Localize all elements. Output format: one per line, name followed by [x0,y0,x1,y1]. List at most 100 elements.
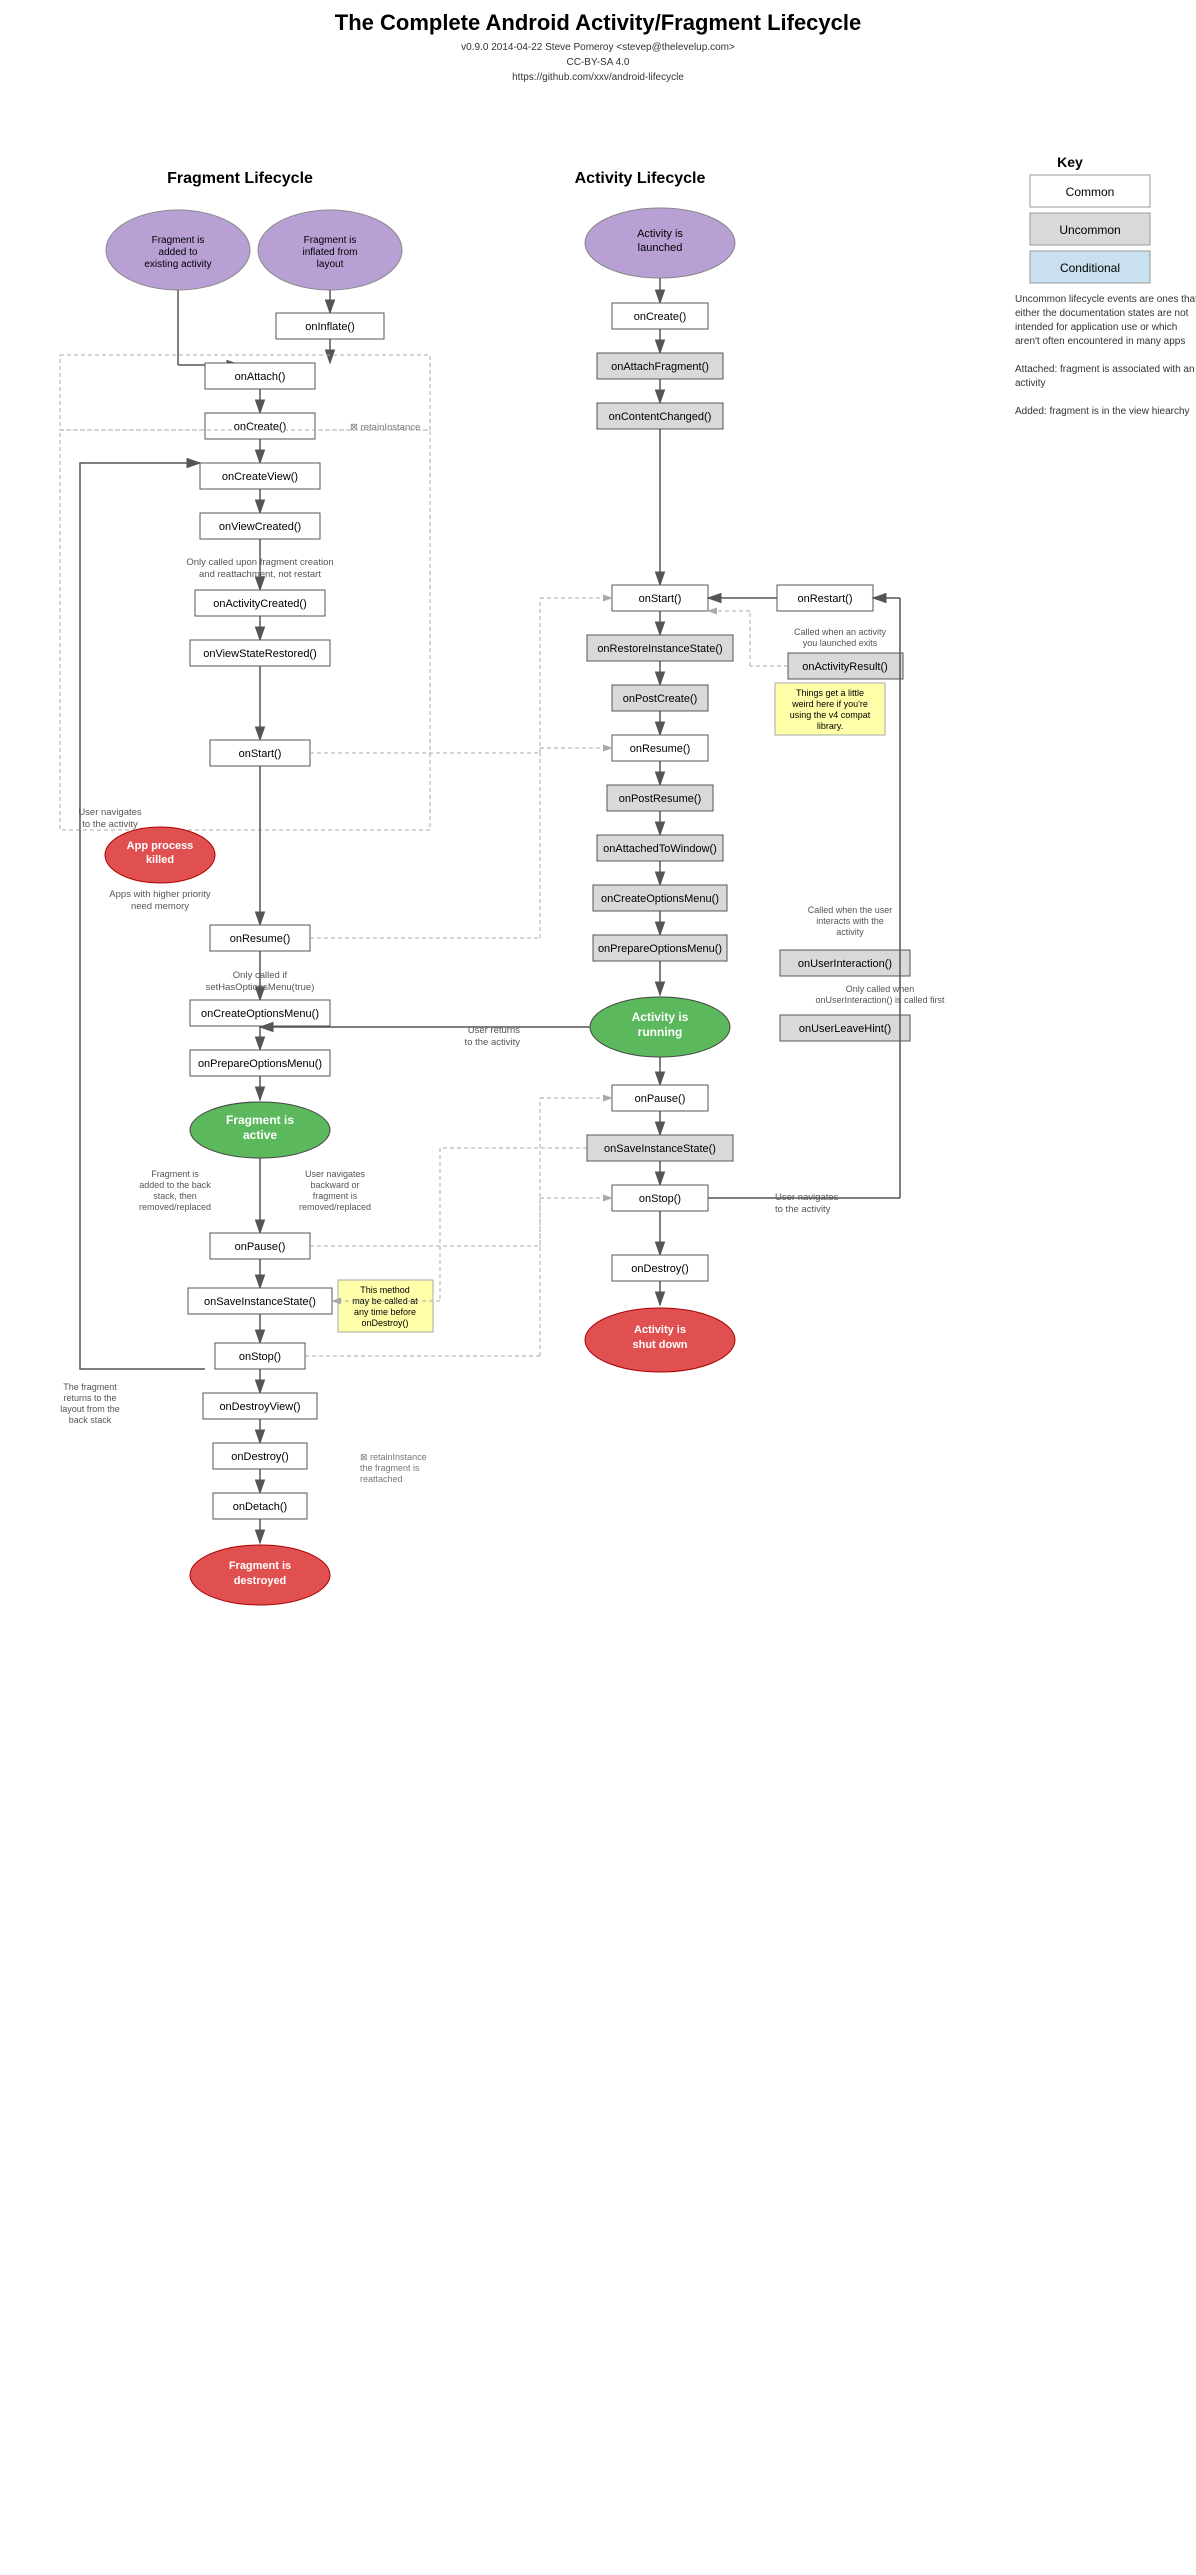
note-activityResult1: Called when an activity [794,627,887,637]
fragment-lifecycle-title: Fragment Lifecycle [167,170,313,187]
svg-text:layout: layout [317,259,344,270]
onPrepareOptionsMenu-act-text: onPrepareOptionsMenu() [598,943,722,955]
fragment-destroyed-text1: Fragment is [229,1560,291,1572]
activity-shutdown-text1: Activity is [634,1324,686,1336]
note-user-backward4: removed/replaced [299,1202,371,1212]
onStop-act-text: onStop() [639,1193,681,1205]
onPostResume-text: onPostResume() [619,793,702,805]
retainInstance2-text2: the fragment is [360,1463,420,1473]
note-frag-returns3: layout from the [60,1404,120,1414]
activity-running-text2: running [638,1025,683,1039]
onInflate-text: onInflate() [305,321,355,333]
diagram-svg: Key Common Uncommon Conditional Uncommon… [20,95,1196,2565]
note-user-nav-2: to the activity [82,819,138,830]
retainInstance2-text3: reattached [360,1474,403,1484]
subtitle: v0.9.0 2014-04-22 Steve Pomeroy <stevep@… [20,40,1176,85]
note-frag-back2: added to the back [139,1180,211,1190]
note-method-text3: any time before [354,1307,416,1317]
key-uncommon-text: Uncommon [1059,223,1120,237]
onViewCreated-text: onViewCreated() [219,521,301,533]
onDestroy-act-text: onDestroy() [631,1263,688,1275]
note-method-text1: This method [360,1285,410,1295]
page-container: The Complete Android Activity/Fragment L… [0,0,1196,2575]
lifecycle-diagram: Key Common Uncommon Conditional Uncommon… [20,95,1196,2565]
retainInstance2-text: ⊠ retainInstance [360,1452,427,1462]
fragment-inflated-text: Fragment is [304,235,357,246]
note-user-backward3: fragment is [313,1191,358,1201]
onCreateOptionsMenu-act-text: onCreateOptionsMenu() [601,893,719,905]
note-method-text4: onDestroy() [361,1318,408,1328]
arrow-back-to-createView [80,463,205,1369]
note-frag-back1: Fragment is [151,1169,199,1179]
onSaveInstanceState-act-text: onSaveInstanceState() [604,1143,716,1155]
onDestroyView-text: onDestroyView() [219,1401,300,1413]
note-compat-text1: Things get a little [796,688,864,698]
note-compat-text2: weird here if you're [791,699,868,709]
note-user-backward2: backward or [310,1180,359,1190]
key-title-text: Key [1057,154,1083,170]
onAttachedToWindow-text: onAttachedToWindow() [603,843,717,855]
note-frag-returns4: back stack [69,1415,112,1425]
note-onUserLeave2: onUserInteraction() is called first [815,995,945,1005]
onCreate-frag-text: onCreate() [234,421,287,433]
note-user-returns2: to the activity [465,1037,521,1048]
onViewStateRestored-text: onViewStateRestored() [203,648,317,660]
note-userInteracts3: activity [836,927,864,937]
onStart-act-text: onStart() [639,593,682,605]
fragment-destroyed-text2: destroyed [234,1575,287,1587]
onUserInteraction-text: onUserInteraction() [798,958,892,970]
onAttach-text: onAttach() [235,371,286,383]
subtitle-line2: CC-BY-SA 4.0 [20,55,1176,70]
fragment-added-text: Fragment is [152,235,205,246]
activity-shutdown-text2: shut down [633,1339,688,1351]
note-frag-back4: removed/replaced [139,1202,211,1212]
note-user-backward1: User navigates [305,1169,366,1179]
onUserLeaveHint-text: onUserLeaveHint() [799,1023,891,1035]
onRestart-text: onRestart() [797,593,852,605]
note-activityResult2: you launched exits [803,638,878,648]
activity-launched-text2: launched [638,242,683,254]
onResume-act-text: onResume() [630,743,691,755]
onStart-frag-text: onStart() [239,748,282,760]
note-userInteracts2: interacts with the [816,916,884,926]
onCreate-act-text: onCreate() [634,311,687,323]
onActivityResult-text: onActivityResult() [802,661,888,673]
onDestroy-frag-text: onDestroy() [231,1451,288,1463]
app-process-killed-text1: App process [127,840,194,852]
onPostCreate-text: onPostCreate() [623,693,698,705]
note-user-nav-act2: to the activity [775,1204,831,1215]
svg-text:existing activity: existing activity [144,259,211,270]
svg-text:inflated from: inflated from [302,247,357,258]
note-app-killed-1: Apps with higher priority [109,889,211,900]
onDetach-text: onDetach() [233,1501,287,1513]
onCreateView-text: onCreateView() [222,471,298,483]
app-process-killed-text2: killed [146,854,174,866]
note-userInteracts1: Called when the user [808,905,893,915]
activity-running-text1: Activity is [632,1010,689,1024]
note-compat-text4: library. [817,721,843,731]
onContentChanged-text: onContentChanged() [609,411,712,423]
page-title: The Complete Android Activity/Fragment L… [20,10,1176,36]
note-compat-text3: using the v4 compat [790,710,871,720]
note-frag-returns1: The fragment [63,1382,117,1392]
subtitle-line3: https://github.com/xxv/android-lifecycle [20,70,1176,85]
fragment-active-text2: active [243,1128,277,1142]
key-common-text: Common [1066,185,1115,199]
activity-launched-text1: Activity is [637,228,683,240]
note-app-killed-2: need memory [131,901,189,912]
onPrepareOptionsMenu-frag-text: onPrepareOptionsMenu() [198,1058,322,1070]
onRestoreInstanceState-text: onRestoreInstanceState() [597,643,722,655]
activity-lifecycle-title: Activity Lifecycle [575,170,706,187]
onCreateOptionsMenu-frag-text: onCreateOptionsMenu() [201,1008,319,1020]
note-frag-back3: stack, then [153,1191,197,1201]
dashed-createview-region [60,430,430,830]
onSaveInstanceState-frag-text: onSaveInstanceState() [204,1296,316,1308]
onPause-frag-text: onPause() [235,1241,286,1253]
note-user-nav-1: User navigates [78,807,142,818]
note-frag-returns2: returns to the [63,1393,116,1403]
fragment-active-text1: Fragment is [226,1113,294,1127]
subtitle-line1: v0.9.0 2014-04-22 Steve Pomeroy <stevep@… [20,40,1176,55]
onAttachFragment-text: onAttachFragment() [611,361,709,373]
note-onUserLeave1: Only called when [846,984,915,994]
onStop-frag-text: onStop() [239,1351,281,1363]
